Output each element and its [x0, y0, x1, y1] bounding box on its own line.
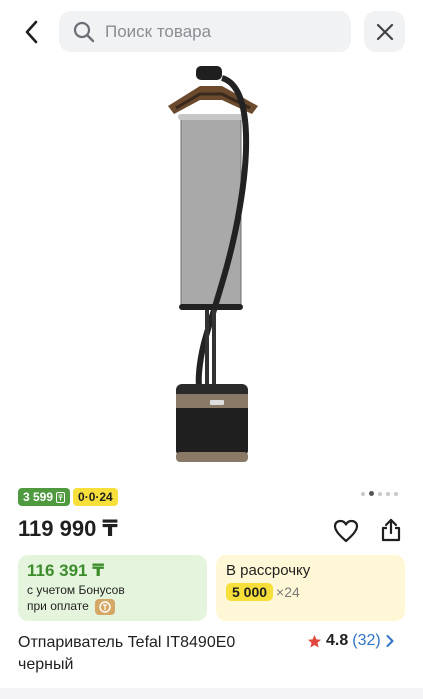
share-button[interactable]: [376, 515, 406, 545]
bottom-divider: [0, 688, 423, 699]
close-button[interactable]: [364, 11, 405, 52]
rating-link[interactable]: 4.8 (32): [307, 632, 395, 650]
product-price: 119 990 ₸: [18, 516, 118, 541]
bonus-badge-value: 3 599: [23, 490, 54, 504]
product-image-gallery[interactable]: [0, 56, 423, 481]
review-count: (32): [352, 632, 381, 649]
bonus-price-amount: 116 391 ₸: [27, 561, 105, 580]
tenge-bonus-icon: [56, 491, 66, 503]
gallery-dot: [394, 491, 398, 496]
installment-badge: 0·0·24: [73, 488, 118, 506]
heart-icon: [333, 519, 359, 543]
installment-term: ×24: [276, 584, 300, 600]
share-icon: [381, 518, 401, 542]
product-image: [168, 66, 258, 462]
chevron-left-icon: [25, 20, 38, 44]
rating-value: 4.8: [326, 632, 349, 649]
star-icon: [308, 634, 321, 647]
gallery-dot: [378, 491, 382, 496]
installment-card[interactable]: В рассрочку 5 000 ×24: [216, 555, 405, 621]
bonus-badge: 3 599: [18, 488, 71, 506]
gallery-dot: [361, 491, 365, 496]
bonus-note-line1: с учетом Бонусов: [27, 583, 125, 597]
bonus-coin-icon: [95, 598, 116, 615]
back-button[interactable]: [14, 14, 50, 50]
bonus-note-line2: при оплате: [27, 599, 89, 613]
installment-row: 5 000 ×24: [226, 583, 395, 601]
bonus-price-card[interactable]: 116 391 ₸ с учетом Бонусов при оплате: [18, 555, 207, 621]
top-bar: [0, 0, 423, 64]
search-icon: [63, 11, 105, 52]
search-input[interactable]: [105, 21, 325, 42]
close-icon: [376, 23, 393, 40]
search-bar[interactable]: [59, 11, 351, 52]
promo-badges: 3 599 0·0·24: [18, 488, 118, 506]
gallery-dot: [386, 491, 390, 496]
bonus-price-note: с учетом Бонусов при оплате: [27, 582, 198, 615]
bonus-note-line2-row: при оплате: [27, 598, 198, 615]
favorite-button[interactable]: [332, 517, 360, 545]
installment-monthly: 5 000: [226, 583, 274, 601]
installment-label: В рассрочку: [226, 562, 311, 579]
chevron-right-icon: [386, 635, 394, 647]
gallery-pagination: [361, 491, 398, 496]
gallery-dot-active: [369, 491, 374, 496]
product-title: Отпариватель Tefal IT8490E0 черный: [18, 634, 236, 673]
